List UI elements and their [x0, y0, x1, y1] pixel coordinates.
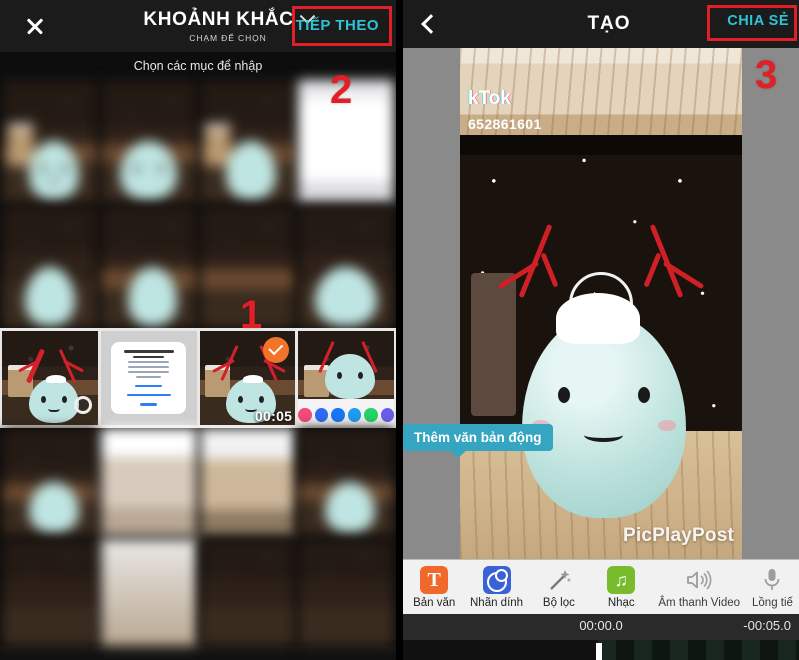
- instruction-text: Chọn các mục để nhập: [133, 59, 263, 73]
- grid-cell[interactable]: [298, 538, 394, 646]
- instagram-icon: [298, 408, 312, 422]
- share-sheet-icons: [298, 398, 394, 425]
- video-preview-area: kTok 652861601 PicPlayPost Thêm văn bản …: [403, 48, 799, 559]
- page-title: KHOẢNH KHẮC: [143, 9, 294, 30]
- microphone-icon: [757, 565, 787, 595]
- more-share-icon: [380, 408, 394, 422]
- grid-cell[interactable]: [2, 538, 98, 646]
- grid-cell[interactable]: [199, 538, 296, 646]
- tool-video-audio-label: Âm thanh Video: [658, 597, 741, 609]
- grid-cell[interactable]: [199, 428, 296, 536]
- grid-cell[interactable]: [100, 538, 197, 646]
- grid-cell[interactable]: [2, 205, 98, 328]
- speaker-icon: [684, 565, 714, 595]
- text-icon: T: [420, 566, 449, 594]
- annotation-step-2: 2: [330, 68, 353, 112]
- messenger-icon: [314, 408, 329, 422]
- tool-text-label: Bản văn: [413, 597, 456, 609]
- grid-cell[interactable]: [100, 428, 197, 536]
- editor-toolbar: T Bản văn Nhãn dính Bộ lọc ♫ Nhạc Âm tha…: [403, 559, 799, 614]
- right-panel-editor: TẠO CHIA SẺ kTok 652861601 PicPlayPost T…: [403, 0, 799, 660]
- thumb-screenshot-share[interactable]: [298, 331, 394, 425]
- timeline-filmstrip[interactable]: [598, 640, 799, 660]
- dynamic-text-tooltip: Thêm văn bản động: [403, 424, 553, 458]
- grid-cell[interactable]: [298, 428, 394, 536]
- grid-cell[interactable]: [100, 205, 197, 328]
- left-panel-media-picker: KHOẢNH KHẮC CHẠM ĐỂ CHỌN TIẾP THEO Chọn …: [0, 0, 396, 660]
- app-screenshot: KHOẢNH KHẮC CHẠM ĐỂ CHỌN TIẾP THEO Chọn …: [0, 0, 799, 660]
- video-player[interactable]: kTok 652861601 PicPlayPost: [460, 48, 742, 559]
- music-note-icon: ♫: [607, 566, 636, 594]
- whatsapp-icon: [364, 408, 378, 422]
- tool-video-audio[interactable]: Âm thanh Video: [652, 565, 746, 609]
- magic-wand-icon: [544, 565, 574, 595]
- media-grid-top[interactable]: [0, 80, 396, 328]
- tool-sticker-label: Nhãn dính: [470, 597, 524, 609]
- page-subtitle: CHẠM ĐỂ CHỌN: [189, 33, 267, 43]
- media-grid-bottom[interactable]: [0, 428, 396, 646]
- timeline-playhead[interactable]: [596, 643, 602, 660]
- grid-cell[interactable]: [199, 80, 296, 203]
- tiktok-user-id: 652861601: [468, 116, 542, 132]
- share-button[interactable]: CHIA SẺ: [727, 13, 789, 29]
- grid-cell[interactable]: [2, 80, 98, 203]
- close-icon: [25, 16, 45, 36]
- thumb-duration-label: 00:05: [254, 408, 293, 424]
- grid-cell[interactable]: [298, 205, 394, 328]
- record-indicator-icon: [73, 395, 92, 414]
- twitter-icon: [347, 408, 362, 422]
- panel-divider: [396, 0, 403, 660]
- media-selection-row[interactable]: 00:05: [0, 328, 396, 428]
- remaining-time-label: -00:05.0: [743, 618, 791, 633]
- thumb-video-snowman-selected[interactable]: 00:05: [199, 331, 296, 425]
- left-panel-header: KHOẢNH KHẮC CHẠM ĐỂ CHỌN TIẾP THEO: [0, 0, 396, 52]
- tool-voiceover-label: Lồng tiế: [752, 597, 793, 609]
- tool-text[interactable]: T Bản văn: [403, 565, 465, 609]
- grid-cell[interactable]: [2, 428, 98, 536]
- annotation-step-1: 1: [240, 293, 263, 337]
- current-time-label: 00:00.0: [579, 618, 623, 633]
- thumb-photo-jar[interactable]: [2, 331, 98, 425]
- facebook-icon: [331, 408, 345, 422]
- tool-sticker[interactable]: Nhãn dính: [465, 565, 527, 609]
- tool-music-label: Nhạc: [607, 597, 635, 609]
- picplaypost-watermark: PicPlayPost: [623, 525, 734, 546]
- right-panel-header: TẠO CHIA SẺ: [403, 0, 799, 48]
- sticker-icon: [482, 566, 511, 594]
- tool-filter-label: Bộ lọc: [542, 597, 575, 609]
- annotation-step-3: 3: [755, 53, 778, 97]
- next-button[interactable]: TIẾP THEO: [287, 11, 388, 40]
- timecode-bar: 00:00.0 -00:05.0: [403, 614, 799, 640]
- thumb-screenshot-dialog[interactable]: [100, 331, 197, 425]
- tool-filter[interactable]: Bộ lọc: [528, 565, 590, 609]
- tool-voiceover[interactable]: Lồng tiế: [746, 565, 799, 609]
- tiktok-watermark: kTok: [468, 88, 511, 109]
- tool-music[interactable]: ♫ Nhạc: [590, 565, 652, 609]
- timeline-scrubber[interactable]: [403, 640, 799, 660]
- grid-cell[interactable]: [100, 80, 197, 203]
